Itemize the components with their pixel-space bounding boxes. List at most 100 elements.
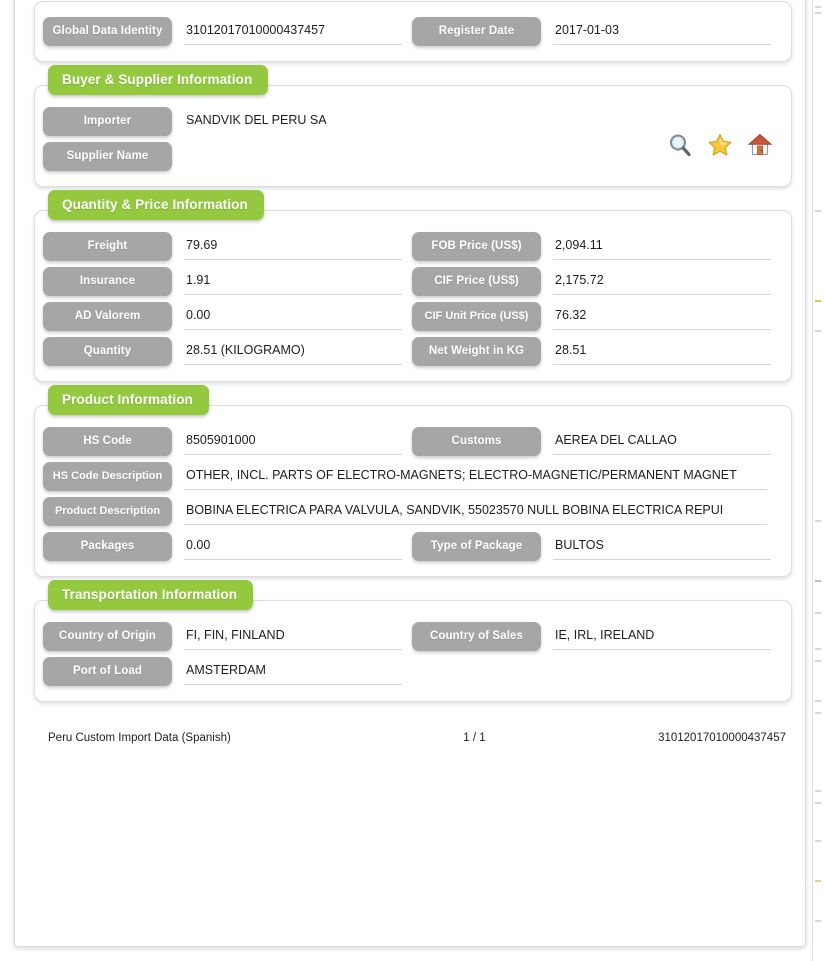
footer-identity: 31012017010000437457 xyxy=(658,732,786,744)
background-page-sliver xyxy=(812,0,824,961)
label-hs-code-description: HS Code Description xyxy=(43,462,172,491)
field-hs-code-description: HS Code Description OTHER, INCL. PARTS O… xyxy=(43,459,781,494)
field-customs: Customs AEREA DEL CALLAO xyxy=(412,424,781,459)
section-transportation-body: Country of Origin FI, FIN, FINLAND Count… xyxy=(35,601,791,701)
field-type-of-package: Type of Package BULTOS xyxy=(412,529,781,564)
field-column: HS Code 8505901000 xyxy=(43,424,412,459)
label-country-of-sales: Country of Sales xyxy=(412,622,541,651)
section-title-product: Product Information xyxy=(48,385,209,415)
field-cif-price: CIF Price (US$) 2,175.72 xyxy=(412,264,781,299)
value-global-data-identity[interactable]: 31012017010000437457 xyxy=(184,17,402,45)
field-column: CIF Price (US$) 2,175.72 xyxy=(412,264,781,299)
home-icon[interactable] xyxy=(747,132,773,158)
value-cif-unit-price[interactable]: 76.32 xyxy=(553,302,771,330)
field-column: HS Code Description OTHER, INCL. PARTS O… xyxy=(43,459,781,494)
field-column: Customs AEREA DEL CALLAO xyxy=(412,424,781,459)
field-row: AD Valorem 0.00 CIF Unit Price (US$) 76.… xyxy=(43,299,781,334)
value-freight[interactable]: 79.69 xyxy=(184,232,402,260)
footer-page-number: 1 / 1 xyxy=(463,732,486,744)
label-port-of-load: Port of Load xyxy=(43,657,172,686)
field-column: Product Description BOBINA ELECTRICA PAR… xyxy=(43,494,781,529)
value-fob-price[interactable]: 2,094.11 xyxy=(553,232,771,260)
field-country-of-sales: Country of Sales IE, IRL, IRELAND xyxy=(412,619,781,654)
field-cif-unit-price: CIF Unit Price (US$) 76.32 xyxy=(412,299,781,334)
value-customs[interactable]: AEREA DEL CALLAO xyxy=(553,427,771,455)
value-cif-price[interactable]: 2,175.72 xyxy=(553,267,771,295)
field-column: Type of Package BULTOS xyxy=(412,529,781,564)
section-quantity-price: Quantity & Price Information Freight 79.… xyxy=(34,190,792,382)
field-column: Freight 79.69 xyxy=(43,229,412,264)
label-insurance: Insurance xyxy=(43,267,172,296)
value-hs-code[interactable]: 8505901000 xyxy=(184,427,402,455)
field-row: Freight 79.69 FOB Price (US$) 2,094.11 xyxy=(43,229,781,264)
value-ad-valorem[interactable]: 0.00 xyxy=(184,302,402,330)
label-cif-unit-price: CIF Unit Price (US$) xyxy=(412,302,541,331)
value-net-weight[interactable]: 28.51 xyxy=(553,337,771,365)
value-supplier-name[interactable] xyxy=(184,142,476,169)
section-title-buyer-supplier: Buyer & Supplier Information xyxy=(48,65,269,95)
section-transportation: Transportation Information Country of Or… xyxy=(34,580,792,702)
label-customs: Customs xyxy=(412,427,541,456)
section-product: Product Information HS Code 8505901000 C… xyxy=(34,385,792,577)
document-footer: Peru Custom Import Data (Spanish) 1 / 1 … xyxy=(34,722,792,744)
value-type-of-package[interactable]: BULTOS xyxy=(553,532,771,560)
section-identity-body: Global Data Identity 3101201701000043745… xyxy=(35,2,791,61)
value-packages[interactable]: 0.00 xyxy=(184,532,402,560)
label-product-description: Product Description xyxy=(43,497,172,526)
field-row: Packages 0.00 Type of Package BULTOS xyxy=(43,529,781,564)
field-column: AD Valorem 0.00 xyxy=(43,299,412,334)
value-hs-code-description[interactable]: OTHER, INCL. PARTS OF ELECTRO-MAGNETS; E… xyxy=(184,462,767,490)
field-column: FOB Price (US$) 2,094.11 xyxy=(412,229,781,264)
section-title-transportation: Transportation Information xyxy=(48,580,254,610)
field-column: Global Data Identity 3101201701000043745… xyxy=(43,14,412,49)
field-column: Country of Sales IE, IRL, IRELAND xyxy=(412,619,781,654)
value-register-date[interactable]: 2017-01-03 xyxy=(553,17,771,45)
label-importer: Importer xyxy=(43,107,172,136)
field-product-description: Product Description BOBINA ELECTRICA PAR… xyxy=(43,494,781,529)
field-port-of-load: Port of Load AMSTERDAM xyxy=(43,654,412,689)
field-ad-valorem: AD Valorem 0.00 xyxy=(43,299,412,334)
field-global-data-identity: Global Data Identity 3101201701000043745… xyxy=(43,14,412,49)
record-actions xyxy=(667,132,773,158)
label-ad-valorem: AD Valorem xyxy=(43,302,172,331)
value-country-of-sales[interactable]: IE, IRL, IRELAND xyxy=(553,622,771,650)
field-country-of-origin: Country of Origin FI, FIN, FINLAND xyxy=(43,619,412,654)
field-row: Quantity 28.51 (KILOGRAMO) Net Weight in… xyxy=(43,334,781,369)
value-importer[interactable]: SANDVIK DEL PERU SA xyxy=(184,107,476,134)
field-quantity: Quantity 28.51 (KILOGRAMO) xyxy=(43,334,412,369)
star-icon[interactable] xyxy=(707,132,733,158)
field-register-date: Register Date 2017-01-03 xyxy=(412,14,781,49)
field-column: Importer SANDVIK DEL PERU SA Supplier Na… xyxy=(43,104,486,174)
field-column: Net Weight in KG 28.51 xyxy=(412,334,781,369)
document-page: Global Data Identity 3101201701000043745… xyxy=(14,0,806,947)
label-supplier-name: Supplier Name xyxy=(43,142,172,171)
field-column: Port of Load AMSTERDAM xyxy=(43,654,412,689)
label-cif-price: CIF Price (US$) xyxy=(412,267,541,296)
value-port-of-load[interactable]: AMSTERDAM xyxy=(184,657,402,685)
field-insurance: Insurance 1.91 xyxy=(43,264,412,299)
label-freight: Freight xyxy=(43,232,172,261)
field-supplier-name: Supplier Name xyxy=(43,139,486,174)
field-column: Insurance 1.91 xyxy=(43,264,412,299)
field-row: Country of Origin FI, FIN, FINLAND Count… xyxy=(43,619,781,654)
value-quantity[interactable]: 28.51 (KILOGRAMO) xyxy=(184,337,402,365)
label-type-of-package: Type of Package xyxy=(412,532,541,561)
section-buyer-supplier: Buyer & Supplier Information Importer SA… xyxy=(34,65,792,187)
field-column: Packages 0.00 xyxy=(43,529,412,564)
field-fob-price: FOB Price (US$) 2,094.11 xyxy=(412,229,781,264)
value-country-of-origin[interactable]: FI, FIN, FINLAND xyxy=(184,622,402,650)
label-quantity: Quantity xyxy=(43,337,172,366)
label-country-of-origin: Country of Origin xyxy=(43,622,172,651)
field-row: HS Code 8505901000 Customs AEREA DEL CAL… xyxy=(43,424,781,459)
field-net-weight: Net Weight in KG 28.51 xyxy=(412,334,781,369)
field-column: Quantity 28.51 (KILOGRAMO) xyxy=(43,334,412,369)
field-column: Country of Origin FI, FIN, FINLAND xyxy=(43,619,412,654)
label-hs-code: HS Code xyxy=(43,427,172,456)
field-hs-code: HS Code 8505901000 xyxy=(43,424,412,459)
value-product-description[interactable]: BOBINA ELECTRICA PARA VALVULA, SANDVIK, … xyxy=(184,497,767,525)
search-icon[interactable] xyxy=(667,132,693,158)
field-column: CIF Unit Price (US$) 76.32 xyxy=(412,299,781,334)
field-row: Insurance 1.91 CIF Price (US$) 2,175.72 xyxy=(43,264,781,299)
label-net-weight: Net Weight in KG xyxy=(412,337,541,366)
value-insurance[interactable]: 1.91 xyxy=(184,267,402,295)
